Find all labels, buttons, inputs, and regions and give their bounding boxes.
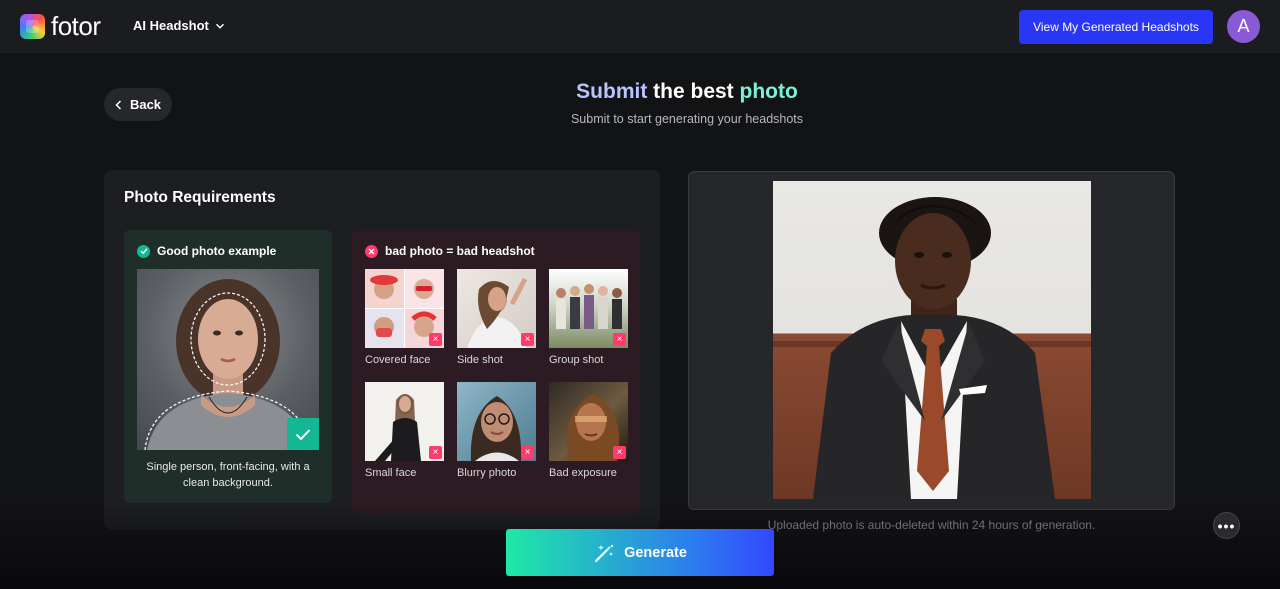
user-avatar[interactable]: A <box>1227 10 1260 43</box>
approved-check-icon <box>287 418 319 450</box>
chevron-down-icon <box>215 23 224 29</box>
top-navigation-bar: fotor AI Headshot View My Generated Head… <box>0 0 1280 53</box>
page-subtitle: Submit to start generating your headshot… <box>570 112 804 126</box>
page-title-part-2: the best <box>647 80 740 103</box>
check-circle-icon <box>137 244 150 258</box>
uploaded-photo-panel <box>688 171 1175 510</box>
rejected-x-icon: × <box>521 333 534 346</box>
fotor-logo[interactable]: fotor <box>20 11 101 41</box>
page-title-part-3: photo <box>739 80 798 103</box>
good-photo-example-card: Good photo example Single person, front-… <box>124 230 332 503</box>
bad-example-label: Side shot <box>457 354 503 366</box>
bad-photo-examples-card: bad photo = bad headshot × Covered face <box>352 230 640 513</box>
covered-face-thumbnail: × <box>365 269 444 348</box>
rejected-x-icon: × <box>613 446 626 459</box>
page-title-part-1: Submit <box>576 80 648 103</box>
more-options-button[interactable]: ••• <box>1213 512 1240 539</box>
good-photo-heading: Good photo example <box>137 244 276 258</box>
bad-example-label: Bad exposure <box>549 467 617 479</box>
bad-photo-heading: bad photo = bad headshot <box>365 244 535 258</box>
blurry-photo-thumbnail: × <box>457 382 536 461</box>
view-generated-headshots-button[interactable]: View My Generated Headshots <box>1019 10 1213 44</box>
magic-wand-icon <box>594 544 614 562</box>
photo-requirements-title: Photo Requirements <box>124 189 276 206</box>
bad-example-label: Covered face <box>365 354 431 366</box>
bad-example-label: Group shot <box>549 354 604 366</box>
bad-photo-heading-label: bad photo = bad headshot <box>385 244 535 258</box>
brand-name: fotor <box>51 11 101 41</box>
rejected-x-icon: × <box>613 333 626 346</box>
bad-exposure-thumbnail: × <box>549 382 628 461</box>
good-example-photo <box>137 269 319 450</box>
ai-headshot-menu-label: AI Headshot <box>133 18 209 33</box>
rejected-x-icon: × <box>429 446 442 459</box>
bad-example-label: Blurry photo <box>457 467 517 479</box>
x-circle-icon <box>365 244 378 258</box>
good-photo-heading-label: Good photo example <box>157 244 277 258</box>
group-shot-thumbnail: × <box>549 269 628 348</box>
bad-example-label: Small face <box>365 467 417 479</box>
photo-requirements-panel: Photo Requirements Good photo example Si… <box>104 170 660 530</box>
side-shot-thumbnail: × <box>457 269 536 348</box>
rejected-x-icon: × <box>429 333 442 346</box>
small-face-thumbnail: × <box>365 382 444 461</box>
rejected-x-icon: × <box>521 446 534 459</box>
page-title: Submit the best photo <box>0 80 1280 104</box>
fotor-logo-icon <box>20 14 45 39</box>
generate-button-label: Generate <box>624 544 687 561</box>
generate-button[interactable]: Generate <box>506 529 774 576</box>
ai-headshot-menu[interactable]: AI Headshot <box>133 18 225 33</box>
good-photo-caption: Single person, front-facing, with a clea… <box>146 461 310 489</box>
uploaded-photo[interactable] <box>773 181 1091 499</box>
